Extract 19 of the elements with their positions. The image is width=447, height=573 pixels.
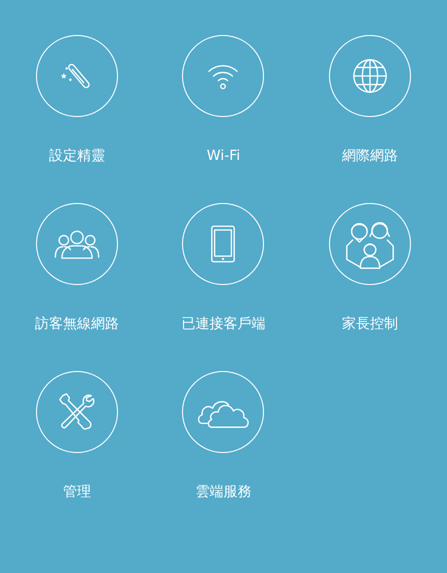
globe-icon (350, 57, 389, 95)
menu-button[interactable] (328, 35, 411, 117)
menu-button[interactable] (182, 371, 264, 453)
menu-label: 已連接客戶端 (181, 316, 266, 333)
menu-button[interactable] (328, 203, 411, 285)
menu-label: 訪客無線網路 (35, 316, 120, 333)
menu-label: 設定精靈 (49, 148, 106, 165)
menu-button[interactable] (182, 35, 264, 117)
tablet-icon (209, 223, 238, 265)
menu-button[interactable] (182, 203, 264, 285)
menu-label: 雲端服務 (195, 484, 252, 501)
menu-label: Wi-Fi (206, 148, 240, 165)
menu-label: 網際網路 (342, 148, 398, 165)
menu-button[interactable] (36, 203, 118, 285)
menu-label: 家長控制 (342, 316, 398, 333)
menu-button[interactable] (36, 35, 118, 117)
group-icon (53, 228, 102, 260)
menu-label: 管理 (63, 484, 92, 501)
menu-button[interactable] (36, 371, 118, 453)
